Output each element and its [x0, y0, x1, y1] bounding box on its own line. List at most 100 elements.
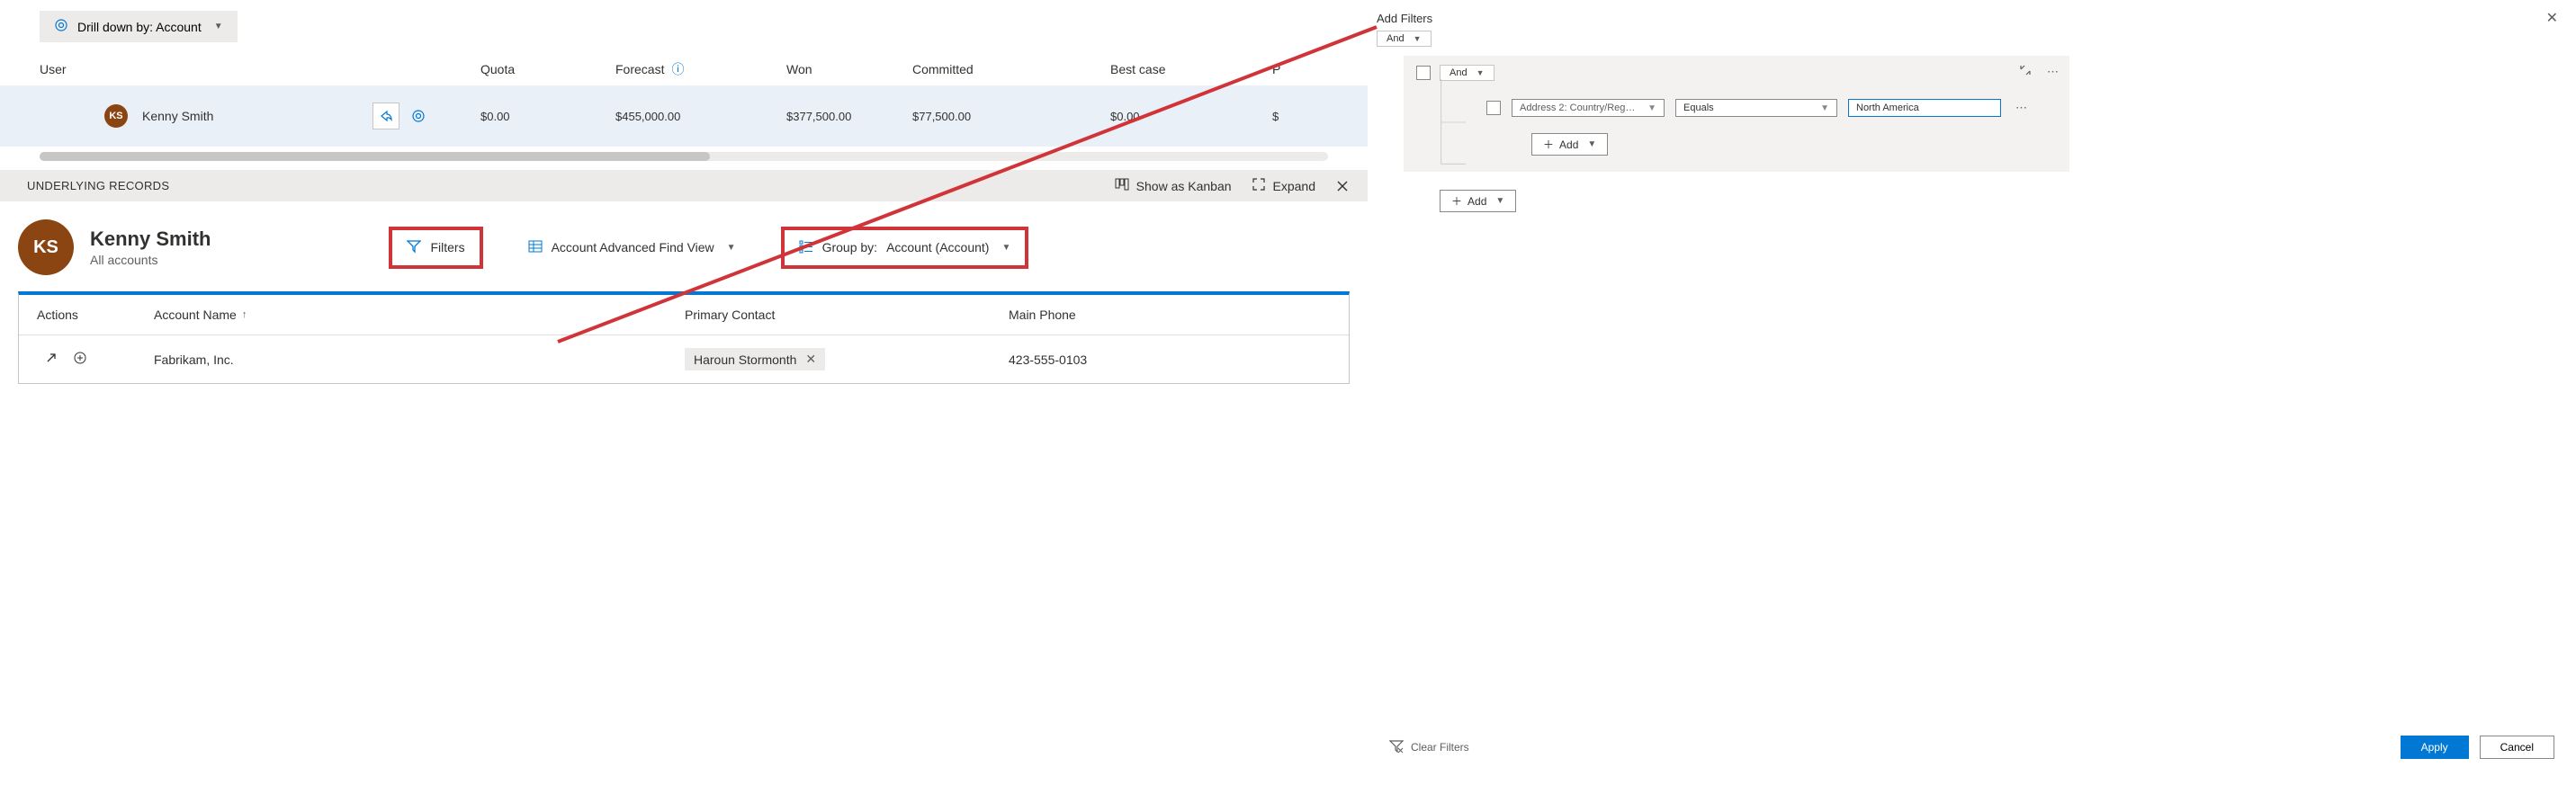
- chevron-down-icon: ▼: [1001, 243, 1010, 253]
- drill-label: Drill down by: Account: [77, 20, 202, 34]
- group-icon: [799, 239, 813, 256]
- field-label: Address 2: Country/Reg…: [1520, 103, 1635, 113]
- drill-down-button[interactable]: Drill down by: Account ▼: [40, 11, 238, 42]
- filters-label: Filters: [430, 240, 464, 254]
- chevron-down-icon: ▼: [1495, 196, 1504, 206]
- chevron-down-icon: ▼: [1587, 139, 1596, 149]
- forecast-pane: Drill down by: Account ▼ User Quota Fore…: [0, 0, 1368, 384]
- group-checkbox[interactable]: [1416, 66, 1431, 80]
- table-row[interactable]: Fabrikam, Inc. Haroun Stormonth ✕ 423-55…: [19, 335, 1349, 383]
- row-actions: [372, 103, 480, 129]
- underlying-actions: Show as Kanban Expand: [1115, 177, 1350, 194]
- detail-header: KS Kenny Smith All accounts Filters Acco…: [0, 201, 1368, 291]
- cancel-button[interactable]: Cancel: [2480, 736, 2554, 759]
- group-by-selector[interactable]: Group by: Account (Account) ▼: [781, 227, 1029, 269]
- tree-connector: [1432, 79, 1468, 187]
- col-actions[interactable]: Actions: [37, 308, 154, 322]
- share-icon[interactable]: [372, 103, 399, 129]
- chevron-down-icon: ▼: [1414, 34, 1422, 43]
- close-icon[interactable]: ✕: [2546, 9, 2558, 27]
- forecast-row[interactable]: KS Kenny Smith $0.00 $455,000.00 $377,50…: [0, 85, 1368, 147]
- apply-button[interactable]: Apply: [2401, 736, 2469, 759]
- field-select[interactable]: Address 2: Country/Reg… ▼: [1512, 99, 1665, 117]
- value-input[interactable]: North America: [1848, 99, 2001, 117]
- col-bestcase[interactable]: Best case: [1110, 62, 1272, 76]
- filter-icon: [407, 239, 421, 256]
- add-condition-button[interactable]: ＋ Add ▼: [1531, 133, 1608, 156]
- col-account-name[interactable]: Account Name ↑: [154, 308, 685, 322]
- panel-header: Add Filters ✕: [1368, 0, 2576, 31]
- remove-chip-icon[interactable]: ✕: [805, 352, 816, 367]
- outer-operator-row: And ▼: [1368, 31, 2576, 47]
- plus-icon: ＋: [1543, 137, 1554, 152]
- condition-checkbox[interactable]: [1486, 101, 1501, 115]
- more-icon[interactable]: ⋯: [2047, 65, 2059, 79]
- grid-header: Actions Account Name ↑ Primary Contact M…: [19, 295, 1349, 335]
- filter-group: And ▼ ⋯ Address 2: Country/Reg… ▼ Equals…: [1404, 56, 2069, 172]
- forecast-value: $455,000.00: [615, 110, 786, 123]
- table-icon: [528, 239, 543, 256]
- group-operator-select[interactable]: And ▼: [1440, 65, 1494, 81]
- col-forecast[interactable]: Forecast ⓘ: [615, 60, 786, 78]
- groupby-label: Group by:: [822, 240, 877, 254]
- col-primary-contact[interactable]: Primary Contact: [685, 308, 1009, 322]
- col-won[interactable]: Won: [786, 62, 912, 76]
- contact-cell: Haroun Stormonth ✕: [685, 348, 1009, 370]
- horizontal-scrollbar[interactable]: [40, 152, 1328, 161]
- col-p[interactable]: P: [1272, 62, 1308, 76]
- add-condition-wrap: ＋ Add ▼: [1531, 133, 2053, 156]
- add-icon[interactable]: [73, 351, 87, 368]
- user-cell: KS Kenny Smith: [40, 104, 372, 128]
- condition-row: Address 2: Country/Reg… ▼ Equals ▼ North…: [1486, 99, 2053, 117]
- avatar: KS: [104, 104, 128, 128]
- operator-select[interactable]: Equals ▼: [1675, 99, 1837, 117]
- close-underlying-button[interactable]: [1335, 179, 1350, 193]
- col-main-phone[interactable]: Main Phone: [1009, 308, 1331, 322]
- open-icon[interactable]: [44, 351, 58, 368]
- outer-op-label: And: [1387, 33, 1405, 44]
- clear-label: Clear Filters: [1411, 741, 1469, 754]
- scrollbar-thumb[interactable]: [40, 152, 710, 161]
- chevron-down-icon: ▼: [1820, 103, 1829, 113]
- outer-operator-select[interactable]: And ▼: [1377, 31, 1432, 47]
- account-name-label: Account Name: [154, 308, 237, 322]
- collapse-icon[interactable]: [2020, 65, 2031, 79]
- info-icon[interactable]: ⓘ: [671, 60, 684, 78]
- group-op-label: And: [1450, 67, 1468, 78]
- accounts-grid: Actions Account Name ↑ Primary Contact M…: [18, 291, 1350, 384]
- row-actions: [37, 351, 154, 368]
- group-actions: ⋯: [2020, 65, 2059, 79]
- operator-label: Equals: [1683, 103, 1714, 113]
- add-filters-panel: Add Filters ✕ And ▼ And ▼ ⋯: [1368, 0, 2576, 773]
- detail-title-block: Kenny Smith All accounts: [90, 227, 211, 267]
- detail-avatar: KS: [18, 219, 74, 275]
- forecast-table: User Quota Forecast ⓘ Won Committed Best…: [0, 53, 1368, 147]
- expand-button[interactable]: Expand: [1252, 177, 1315, 194]
- col-committed[interactable]: Committed: [912, 62, 1110, 76]
- drill-bar: Drill down by: Account ▼: [0, 0, 1368, 53]
- groupby-value: Account (Account): [886, 240, 989, 254]
- col-user[interactable]: User: [40, 62, 480, 76]
- group-top: And ▼: [1416, 65, 1494, 81]
- quota-value: $0.00: [480, 110, 615, 123]
- contact-chip[interactable]: Haroun Stormonth ✕: [685, 348, 825, 370]
- condition-more-icon[interactable]: ⋯: [2012, 101, 2031, 115]
- clear-filters-button[interactable]: Clear Filters: [1389, 739, 1469, 756]
- account-name-cell: Fabrikam, Inc.: [154, 352, 685, 367]
- show-kanban-button[interactable]: Show as Kanban: [1115, 177, 1232, 194]
- target-small-icon[interactable]: [405, 103, 432, 129]
- panel-title: Add Filters: [1377, 12, 1432, 25]
- view-selector[interactable]: Account Advanced Find View ▼: [514, 230, 750, 265]
- detail-controls: Filters Account Advanced Find View ▼ Gro…: [389, 227, 1028, 269]
- col-quota[interactable]: Quota: [480, 62, 615, 76]
- value-text: North America: [1856, 103, 1919, 113]
- forecast-header-row: User Quota Forecast ⓘ Won Committed Best…: [0, 53, 1368, 85]
- underlying-title: UNDERLYING RECORDS: [27, 179, 169, 192]
- filters-button[interactable]: Filters: [389, 227, 482, 269]
- add-group-button[interactable]: ＋ Add ▼: [1440, 190, 1516, 212]
- add-label: Add: [1468, 195, 1486, 208]
- chevron-down-icon: ▼: [727, 243, 736, 253]
- plus-icon: ＋: [1451, 193, 1462, 209]
- kanban-label: Show as Kanban: [1136, 179, 1232, 193]
- bestcase-value: $0.00: [1110, 110, 1272, 123]
